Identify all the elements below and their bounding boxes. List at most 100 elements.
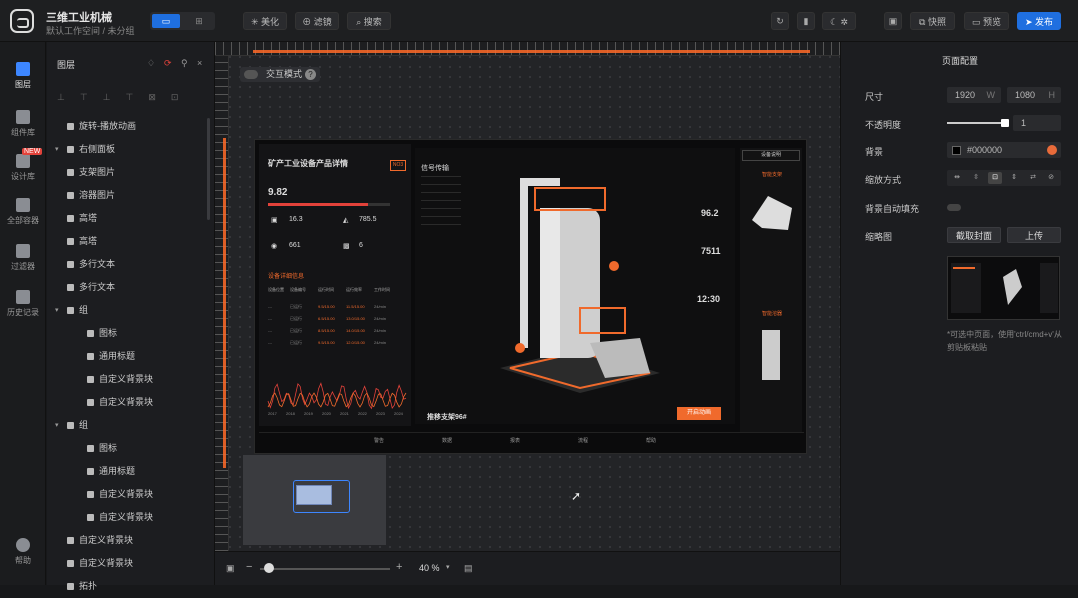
layer-row[interactable]: ▾ 组 [47, 414, 207, 437]
fit-screen-icon[interactable]: ▣ [226, 563, 235, 574]
layer-label: 自定义背景块 [99, 397, 154, 407]
link-icon[interactable]: ⟳ [164, 58, 172, 69]
minimap-viewport[interactable] [293, 480, 350, 513]
fit-stretch-icon[interactable]: ⇕ [1007, 172, 1021, 184]
nav-help[interactable]: 帮助 [0, 538, 46, 566]
layer-row[interactable]: 溶器图片 [47, 184, 207, 207]
bottom-nav-item[interactable]: 报表 [510, 437, 520, 444]
autofill-toggle[interactable] [947, 204, 961, 211]
nav-filters[interactable]: 过滤器 [0, 244, 46, 272]
close-icon[interactable]: × [197, 58, 202, 68]
refresh-icon[interactable]: ↻ [771, 12, 789, 30]
edit-mode-icon[interactable]: ▭ [152, 14, 180, 28]
table-cell: 8.5/15.00 [318, 327, 335, 333]
publish-button[interactable]: ➤ 发布 [1017, 12, 1061, 30]
layer-row[interactable]: 支架图片 [47, 161, 207, 184]
zoom-in-icon[interactable]: + [396, 561, 402, 573]
screen-icon[interactable]: ▣ [884, 12, 902, 30]
fit-scroll-icon[interactable]: ⇄ [1026, 172, 1040, 184]
no-scale-icon[interactable]: ⊘ [1044, 172, 1058, 184]
table-cell: 24/min [374, 327, 387, 333]
layer-row[interactable]: 自定义背景块 [47, 529, 207, 552]
opacity-knob[interactable] [1001, 119, 1009, 127]
zoom-slider-knob[interactable] [264, 563, 274, 573]
layer-label: 溶器图片 [79, 190, 116, 200]
filter-button[interactable]: ⊕ 滤镜 [295, 12, 339, 30]
zoom-slider[interactable] [260, 568, 390, 570]
vertical-ruler[interactable] [215, 56, 229, 551]
nav-design[interactable]: NEW 设计库 [0, 148, 46, 182]
layer-row[interactable]: ▾ 右侧面板 [47, 138, 207, 161]
chevron-down-icon[interactable]: ▾ [55, 138, 59, 161]
fit-contain-icon[interactable]: ⊡ [988, 172, 1002, 184]
layer-label: 自定义背景块 [79, 558, 134, 568]
bottom-nav-item[interactable]: 数据 [442, 437, 452, 444]
chart-tick-label: 2023 [376, 411, 386, 416]
layer-row[interactable]: 通用标题 [47, 460, 207, 483]
top-bar: 三维工业机械 默认工作空间 / 未分组 ▭ ⊞ ✳ 美化 ⊕ 滤镜 ⌕ 搜索 ↻… [0, 0, 1078, 42]
interaction-mode-toggle[interactable]: 交互模式? [240, 67, 320, 82]
metric-value: 785.5 [359, 216, 377, 223]
horizontal-ruler[interactable] [215, 42, 840, 56]
bg-color-input[interactable]: #000000 [947, 142, 1061, 158]
zoom-out-icon[interactable]: − [246, 561, 252, 573]
upload-button[interactable]: 上传 [1007, 227, 1061, 243]
keyboard-icon[interactable]: ▤ [464, 563, 473, 574]
fit-height-icon[interactable]: ⇳ [969, 172, 983, 184]
chevron-down-icon[interactable]: ▾ [55, 414, 59, 437]
layer-row[interactable]: 自定义背景块 [47, 506, 207, 529]
table-header: 运行时间 [318, 287, 334, 292]
nav-containers[interactable]: 全部容器 [0, 198, 46, 226]
zoom-level[interactable]: 40 % [419, 563, 440, 573]
height-input[interactable]: 1080 H [1007, 87, 1061, 103]
preview-button[interactable]: ▭ 预览 [964, 12, 1009, 30]
chevron-down-icon[interactable]: ▾ [55, 299, 59, 322]
nav-components[interactable]: 组件库 [0, 110, 46, 138]
opacity-input[interactable]: 1 [1013, 115, 1061, 131]
nav-layers[interactable]: 图层 [0, 62, 46, 90]
layer-row[interactable]: 通用标题 [47, 345, 207, 368]
color-picker-icon[interactable] [1047, 145, 1057, 155]
bulb-icon[interactable]: ♢ [147, 58, 155, 69]
layer-label: 高塔 [79, 213, 98, 223]
opacity-slider[interactable] [947, 122, 1007, 124]
layer-row[interactable]: 自定义背景块 [47, 483, 207, 506]
pin-icon[interactable]: ⚲ [181, 58, 188, 69]
beautify-button[interactable]: ✳ 美化 [243, 12, 287, 30]
layer-row[interactable]: 多行文本 [47, 253, 207, 276]
nav-history[interactable]: 历史记录 [0, 290, 46, 318]
search-button[interactable]: ⌕ 搜索 [347, 12, 391, 30]
bottom-nav-item[interactable]: 帮助 [646, 437, 656, 444]
toggle-switch[interactable] [244, 70, 258, 79]
layers-scrollbar[interactable] [207, 118, 210, 220]
width-input[interactable]: 1920 W [947, 87, 1001, 103]
new-badge: NEW [22, 148, 43, 155]
layer-row[interactable]: 旋转-播放动画 [47, 115, 207, 138]
layer-type-icon [87, 353, 94, 360]
layer-row[interactable]: 拓扑 [47, 575, 207, 598]
capture-cover-button[interactable]: 截取封面 [947, 227, 1001, 243]
chevron-down-icon[interactable]: ▾ [446, 563, 450, 571]
layer-row[interactable]: 多行文本 [47, 276, 207, 299]
bottom-nav-item[interactable]: 流程 [578, 437, 588, 444]
layer-row[interactable]: 自定义背景块 [47, 391, 207, 414]
bottom-nav-item[interactable]: 警告 [374, 437, 384, 444]
help-icon[interactable]: ? [305, 69, 316, 80]
layer-row[interactable]: 图标 [47, 322, 207, 345]
theme-toggle[interactable]: ☾ ✲ [822, 12, 856, 30]
dashboard-preview[interactable]: 矿产工业设备产品详情 NO3 9.82 ▣ 16.3 ◭ 785.5 ◉ 661 ▩ 6… [254, 139, 807, 454]
layer-row[interactable]: 高塔 [47, 207, 207, 230]
fit-width-icon[interactable]: ⇹ [950, 172, 964, 184]
layer-row[interactable]: ▾ 组 [47, 299, 207, 322]
layer-row[interactable]: 图标 [47, 437, 207, 460]
start-animation-button[interactable]: 开启动画 [677, 407, 721, 420]
layer-row[interactable]: 自定义背景块 [47, 552, 207, 575]
scale-mode-label: 缩放方式 [865, 175, 902, 185]
snapshot-button[interactable]: ⧉ 快照 [910, 12, 955, 30]
grid-mode-icon[interactable]: ⊞ [186, 14, 212, 28]
panel-toggle-icon[interactable]: ▮ [797, 12, 815, 30]
preview-icon: ▭ [971, 17, 983, 27]
layer-row[interactable]: 高塔 [47, 230, 207, 253]
layer-row[interactable]: 自定义背景块 [47, 368, 207, 391]
align-tools[interactable]: ⊥⊤⊥⊤⊠⊡ [57, 92, 207, 104]
